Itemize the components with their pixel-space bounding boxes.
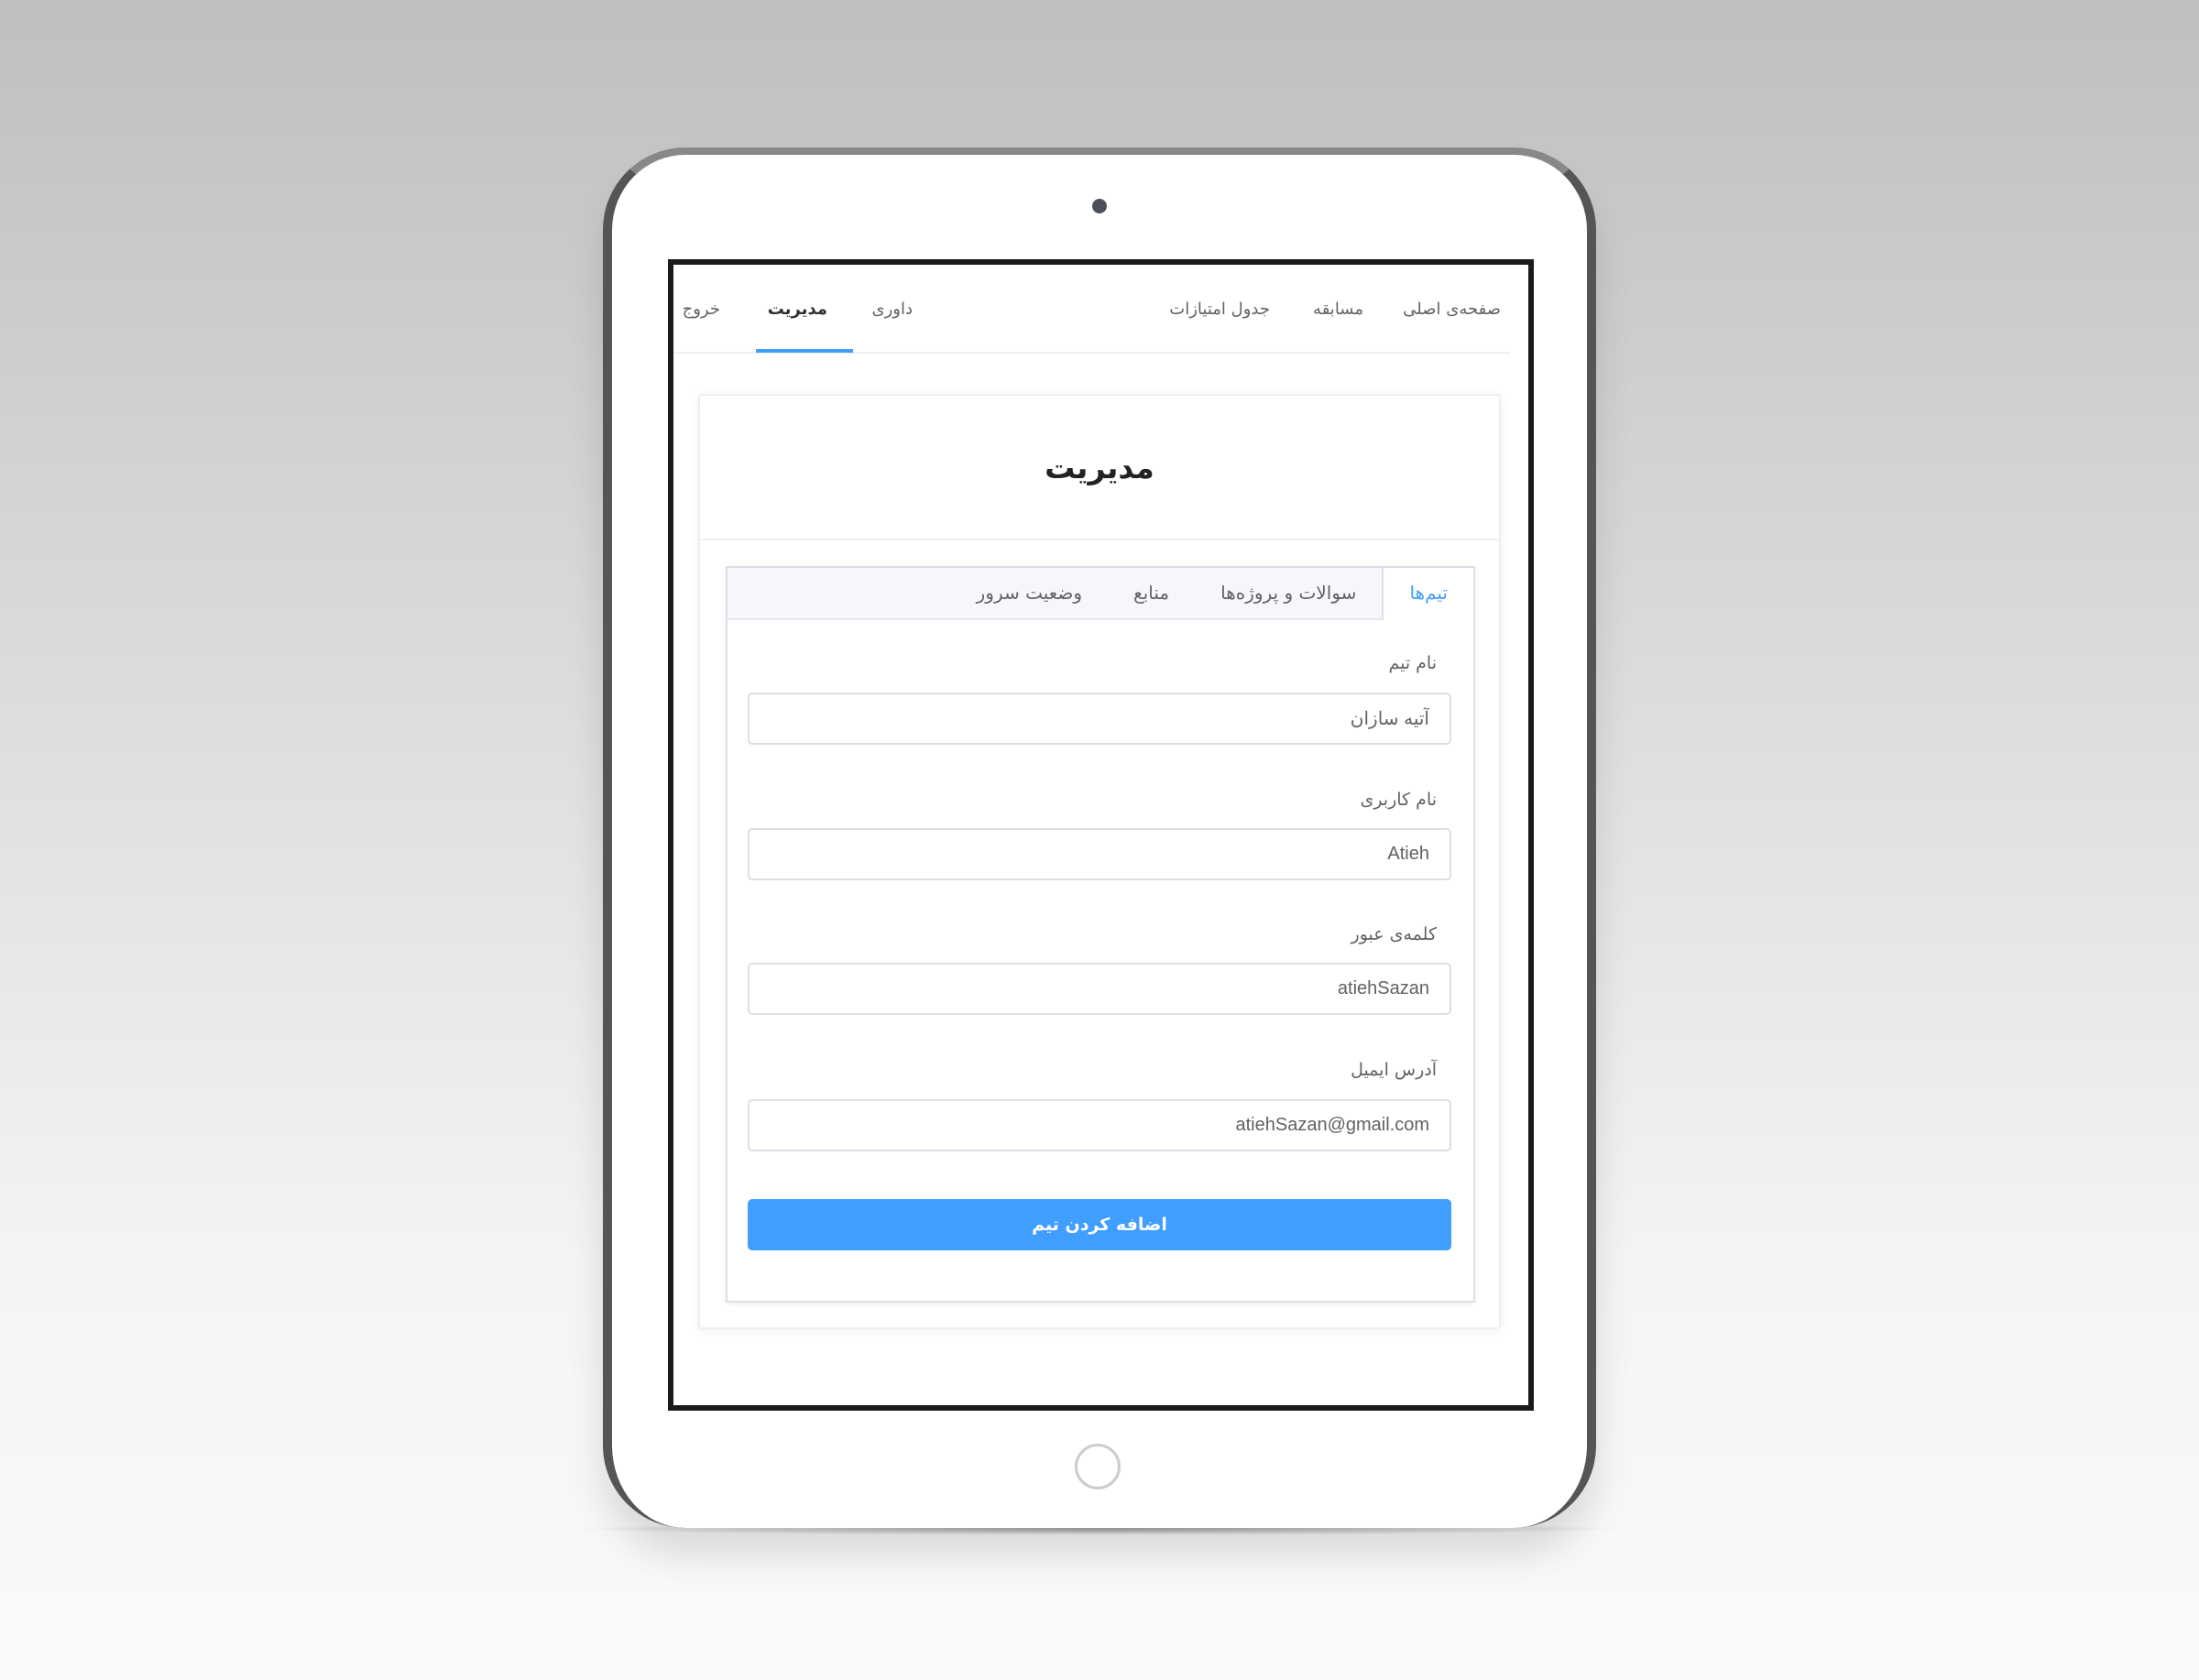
nav-judging[interactable]: داوری — [872, 300, 914, 319]
nav-logout[interactable]: خروج — [683, 300, 720, 319]
page-title: مدیریت — [1045, 449, 1154, 485]
team-name-input[interactable] — [748, 693, 1451, 745]
add-team-button[interactable]: اضافه کردن تیم — [748, 1199, 1451, 1250]
card-header: مدیریت — [700, 396, 1499, 540]
tab-teams[interactable]: تیم‌ها — [1382, 568, 1473, 620]
tabs-panel: تیم‌ها سوالات و پروژه‌ها منابع وضعیت سرو… — [726, 566, 1475, 1303]
tab-server-status[interactable]: وضعیت سرور — [951, 568, 1108, 618]
nav-home[interactable]: صفحه‌ی اصلی — [1403, 300, 1501, 319]
tab-bar: تیم‌ها سوالات و پروژه‌ها منابع وضعیت سرو… — [728, 568, 1473, 620]
username-label: نام کاربری — [1360, 790, 1437, 810]
password-label: کلمه‌ی عبور — [1351, 924, 1437, 944]
tab-resources[interactable]: منابع — [1108, 568, 1195, 618]
password-input[interactable] — [748, 963, 1451, 1015]
nav-competition[interactable]: مسابقه — [1313, 300, 1363, 319]
nav-management[interactable]: مدیریت — [768, 300, 827, 319]
team-name-label: نام تیم — [1388, 653, 1437, 673]
top-nav: صفحه‌ی اصلی مسابقه جدول امتیازات داوری م… — [673, 265, 1510, 354]
email-label: آدرس ایمیل — [1351, 1060, 1437, 1080]
username-input[interactable] — [748, 828, 1451, 880]
tab-questions-projects[interactable]: سوالات و پروژه‌ها — [1195, 568, 1382, 618]
screen: صفحه‌ی اصلی مسابقه جدول امتیازات داوری م… — [668, 259, 1534, 1411]
nav-scoreboard[interactable]: جدول امتیازات — [1169, 300, 1270, 319]
active-nav-indicator — [756, 349, 853, 353]
camera-icon — [1092, 199, 1107, 213]
management-card: مدیریت تیم‌ها سوالات و پروژه‌ها منابع وض… — [698, 394, 1501, 1329]
home-button[interactable] — [1075, 1444, 1121, 1489]
email-input[interactable] — [748, 1099, 1451, 1151]
